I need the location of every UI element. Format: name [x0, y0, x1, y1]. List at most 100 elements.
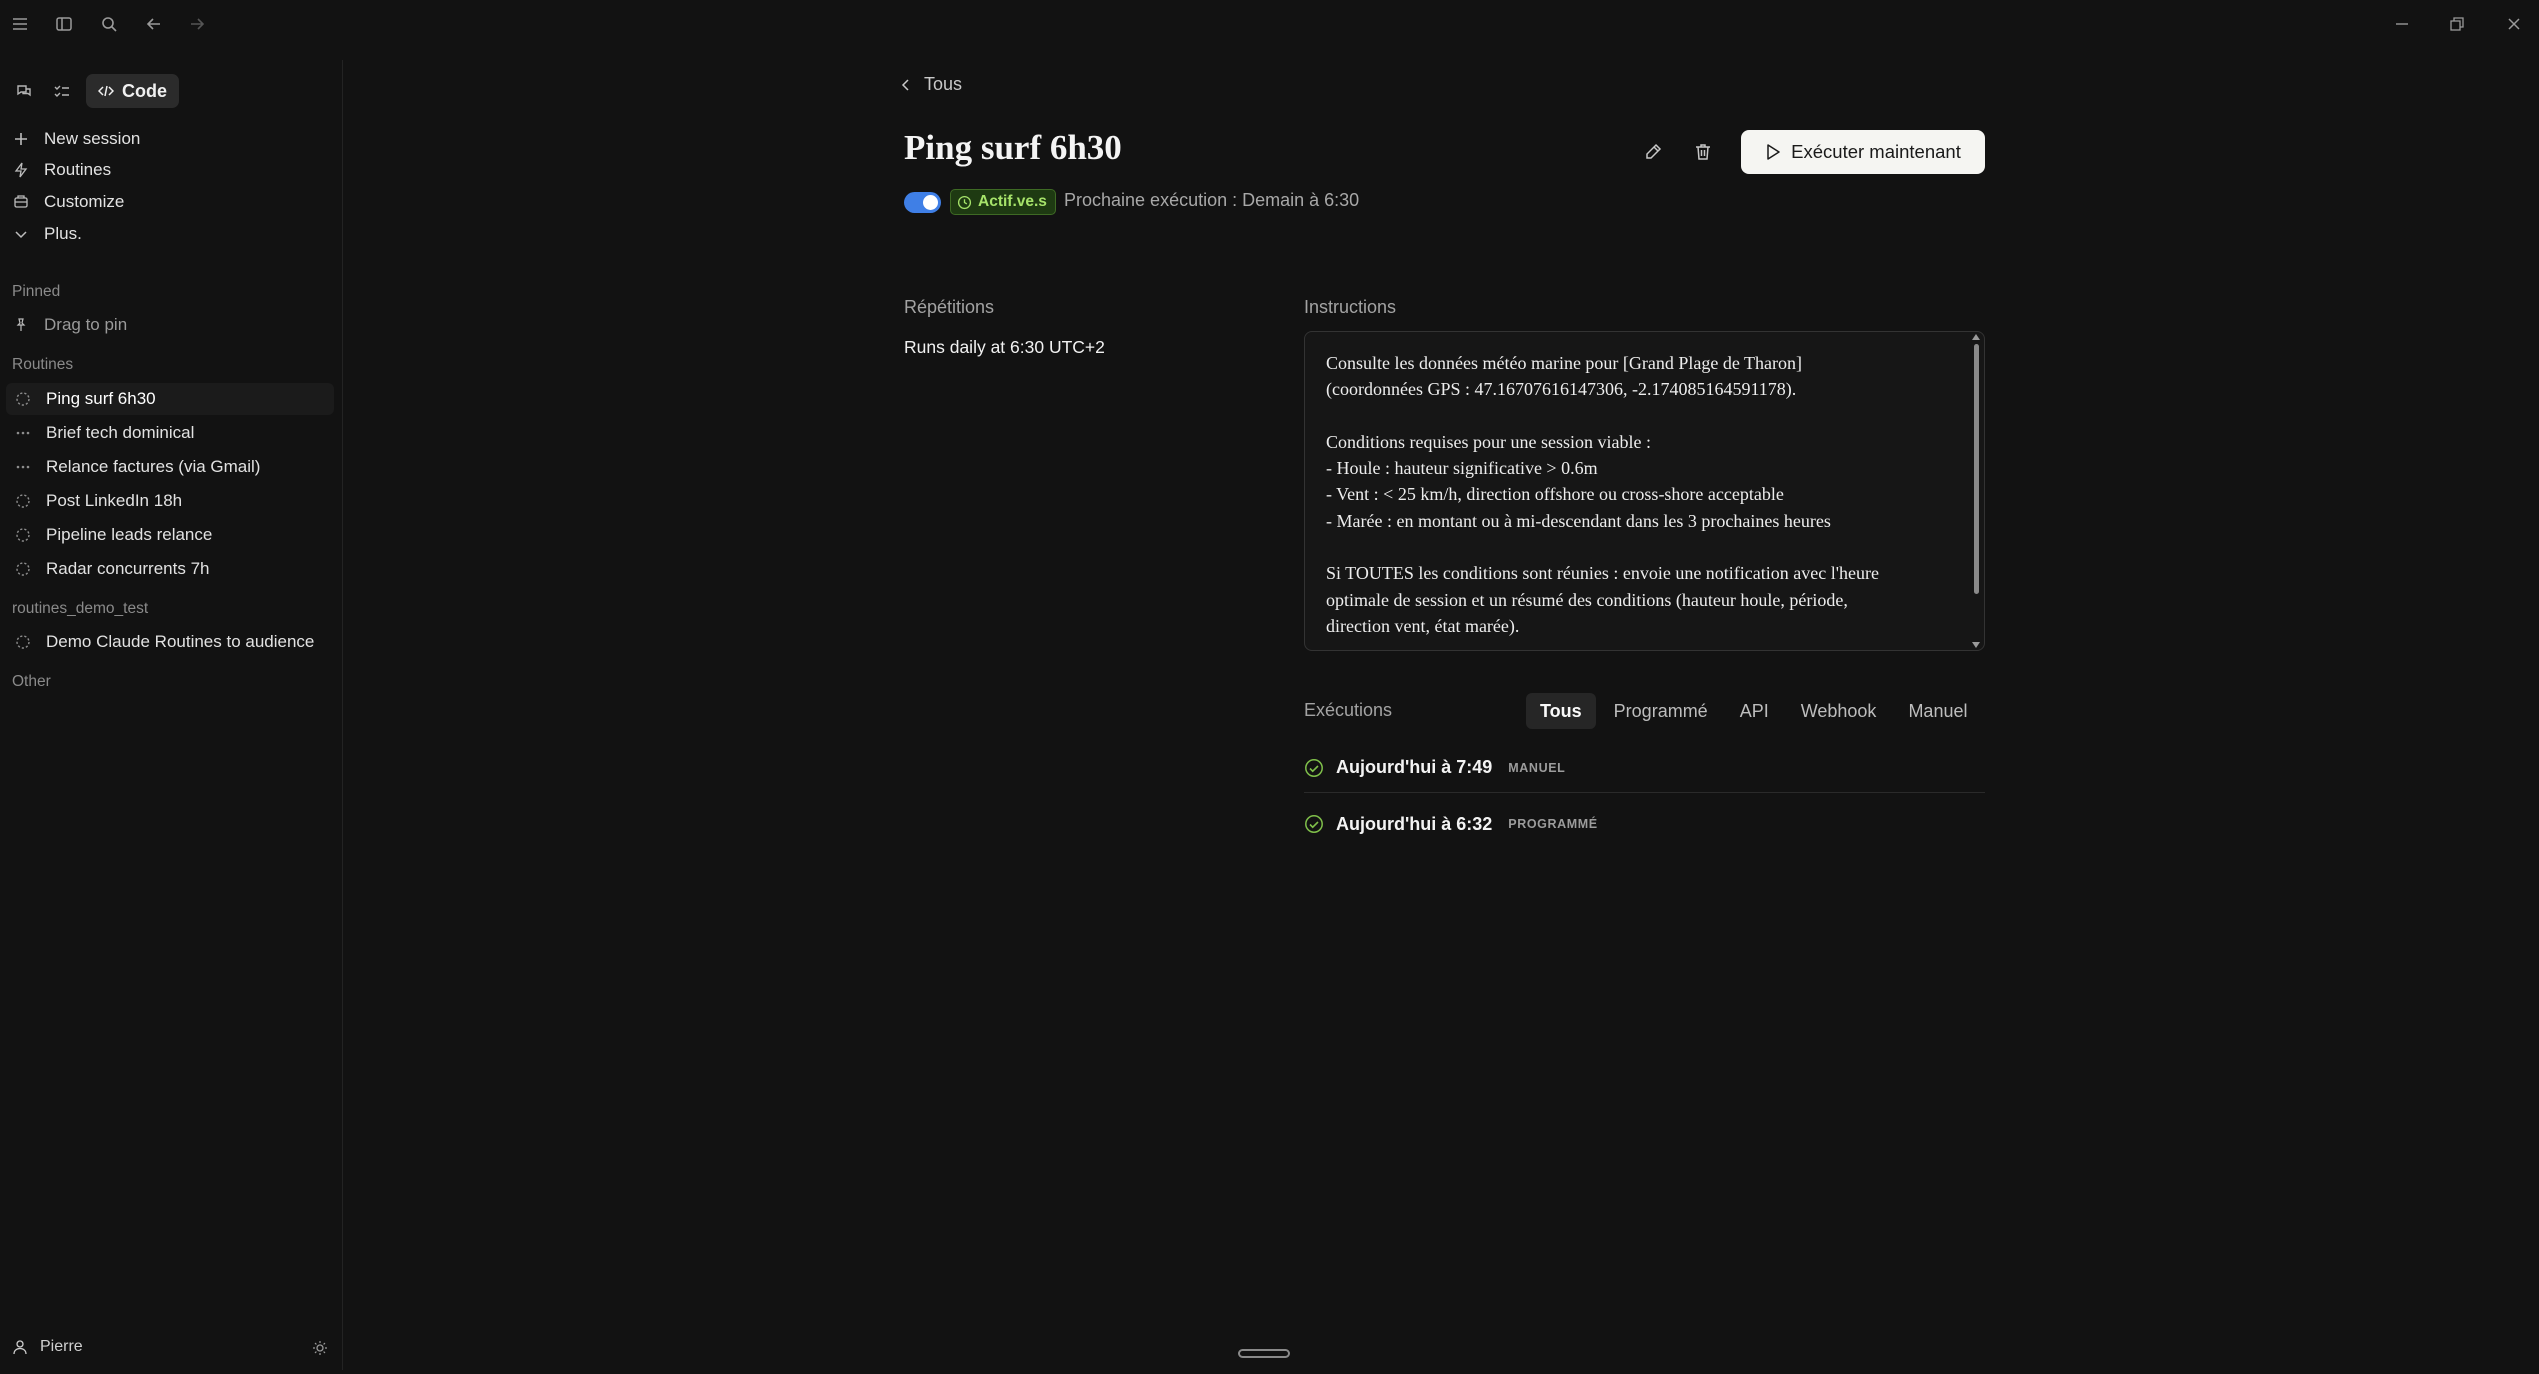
- execution-filter-tabs: Tous Programmé API Webhook Manuel: [1526, 692, 1981, 730]
- sidebar-toggle-icon[interactable]: [50, 10, 78, 38]
- dashed-circle-icon: [14, 390, 32, 408]
- user-name: Pierre: [40, 1338, 83, 1355]
- theme-toggle-icon[interactable]: [312, 1340, 328, 1356]
- execution-row[interactable]: Aujourd'hui à 7:49 MANUEL: [1304, 743, 1985, 793]
- menu-icon[interactable]: [6, 10, 34, 38]
- scrollbar-thumb[interactable]: [1974, 344, 1979, 594]
- scroll-down-icon[interactable]: [1972, 642, 1980, 648]
- forward-arrow-icon[interactable]: [183, 10, 211, 38]
- executions-label: Exécutions: [1304, 700, 1393, 720]
- back-link[interactable]: Tous: [900, 74, 962, 95]
- sidebar-routine-post-linkedin[interactable]: Post LinkedIn 18h: [6, 485, 334, 517]
- pinned-section-label: Pinned: [12, 283, 61, 300]
- other-section-label: Other: [12, 673, 51, 690]
- sidebar-item-label: New session: [44, 129, 141, 148]
- run-now-button[interactable]: Exécuter maintenant: [1741, 130, 1985, 174]
- routine-label: Post LinkedIn 18h: [46, 491, 183, 510]
- user-menu[interactable]: Pierre: [12, 1338, 83, 1356]
- sidebar-item-customize[interactable]: Customize: [12, 187, 332, 217]
- user-icon: [12, 1339, 28, 1355]
- minimize-icon[interactable]: [2388, 10, 2416, 38]
- check-circle-icon: [1304, 814, 1324, 834]
- resize-handle[interactable]: [1238, 1349, 1290, 1358]
- routine-label: Brief tech dominical: [46, 423, 195, 442]
- page-title: Ping surf 6h30: [904, 128, 1122, 167]
- instructions-label: Instructions: [1304, 297, 1397, 317]
- project-section-label: routines_demo_test: [12, 600, 149, 617]
- status-badge: Actif.ve.s: [950, 189, 1056, 215]
- sidebar-routine-ping-surf[interactable]: Ping surf 6h30: [6, 383, 334, 415]
- routine-label: Demo Claude Routines to audience: [46, 632, 315, 651]
- filter-tab-all[interactable]: Tous: [1526, 693, 1596, 729]
- instructions-textarea[interactable]: Consulte les données météo marine pour […: [1304, 331, 1985, 651]
- sidebar-routine-demo-claude[interactable]: Demo Claude Routines to audience: [6, 626, 334, 658]
- code-icon: [98, 83, 114, 99]
- sidebar-routine-relance-factures[interactable]: Relance factures (via Gmail): [6, 451, 334, 483]
- routines-section-label: Routines: [12, 356, 74, 373]
- filter-tab-scheduled[interactable]: Programmé: [1600, 693, 1722, 729]
- instructions-text: Consulte les données météo marine pour […: [1326, 353, 1879, 636]
- sidebar-routine-radar-concurrents[interactable]: Radar concurrents 7h: [6, 553, 334, 585]
- sidebar-routine-brief-tech[interactable]: Brief tech dominical: [6, 417, 334, 449]
- active-toggle[interactable]: [904, 192, 941, 213]
- dashed-circle-icon: [14, 492, 32, 510]
- routine-label: Radar concurrents 7h: [46, 559, 210, 578]
- delete-button[interactable]: [1686, 135, 1720, 169]
- back-arrow-icon[interactable]: [140, 10, 168, 38]
- title-bar: [0, 0, 2539, 46]
- status-badge-label: Actif.ve.s: [978, 193, 1047, 210]
- ellipsis-icon: [14, 424, 32, 442]
- customize-icon: [12, 193, 30, 211]
- run-now-label: Exécuter maintenant: [1791, 141, 1961, 162]
- sidebar-item-label: Plus.: [44, 224, 82, 243]
- routine-label: Relance factures (via Gmail): [46, 457, 261, 476]
- close-icon[interactable]: [2500, 10, 2528, 38]
- clock-icon: [957, 195, 972, 210]
- edit-button[interactable]: [1636, 135, 1670, 169]
- next-run-text: Prochaine exécution : Demain à 6:30: [1064, 190, 1360, 210]
- filter-tab-webhook[interactable]: Webhook: [1787, 693, 1891, 729]
- chevron-down-icon: [12, 225, 30, 243]
- scroll-up-icon[interactable]: [1972, 334, 1980, 340]
- dashed-circle-icon: [14, 633, 32, 651]
- chat-icon[interactable]: [10, 77, 38, 105]
- sidebar-routine-pipeline-leads[interactable]: Pipeline leads relance: [6, 519, 334, 551]
- execution-time: Aujourd'hui à 7:49: [1336, 757, 1493, 777]
- sidebar-item-label: Customize: [44, 192, 125, 211]
- tab-code[interactable]: Code: [86, 74, 179, 108]
- sidebar-item-routines[interactable]: Routines: [12, 155, 332, 185]
- tasks-icon[interactable]: [48, 77, 76, 105]
- back-link-label: Tous: [924, 74, 963, 94]
- mode-switcher: Code: [10, 74, 179, 108]
- check-circle-icon: [1304, 758, 1324, 778]
- repetitions-label: Répétitions: [904, 297, 995, 317]
- execution-tag: PROGRAMMÉ: [1508, 817, 1598, 831]
- sidebar-item-more[interactable]: Plus.: [12, 219, 332, 249]
- plus-icon: [12, 130, 30, 148]
- filter-tab-manual[interactable]: Manuel: [1894, 693, 1981, 729]
- ellipsis-icon: [14, 458, 32, 476]
- chevron-left-icon: [900, 78, 912, 92]
- play-icon: [1765, 143, 1781, 161]
- execution-time: Aujourd'hui à 6:32: [1336, 813, 1493, 834]
- dashed-circle-icon: [14, 560, 32, 578]
- sidebar-item-new-session[interactable]: New session: [12, 124, 332, 154]
- sidebar: Code New session Routines Customize Plus…: [0, 60, 343, 1370]
- drag-to-pin-hint: Drag to pin: [12, 310, 332, 340]
- routine-label: Ping surf 6h30: [46, 389, 156, 408]
- routine-label: Pipeline leads relance: [46, 525, 213, 544]
- filter-tab-api[interactable]: API: [1726, 693, 1783, 729]
- tab-code-label: Code: [122, 80, 167, 101]
- dashed-circle-icon: [14, 526, 32, 544]
- search-icon[interactable]: [95, 10, 123, 38]
- restore-icon[interactable]: [2443, 10, 2471, 38]
- execution-row[interactable]: Aujourd'hui à 6:32 PROGRAMMÉ: [1304, 799, 1985, 849]
- routines-icon: [12, 161, 30, 179]
- drag-to-pin-label: Drag to pin: [44, 315, 128, 334]
- pencil-icon: [1643, 142, 1663, 162]
- sidebar-item-label: Routines: [44, 160, 112, 179]
- execution-tag: MANUEL: [1508, 760, 1566, 775]
- trash-icon: [1693, 142, 1713, 162]
- schedule-text: Runs daily at 6:30 UTC+2: [904, 337, 1105, 357]
- pin-icon: [12, 316, 30, 334]
